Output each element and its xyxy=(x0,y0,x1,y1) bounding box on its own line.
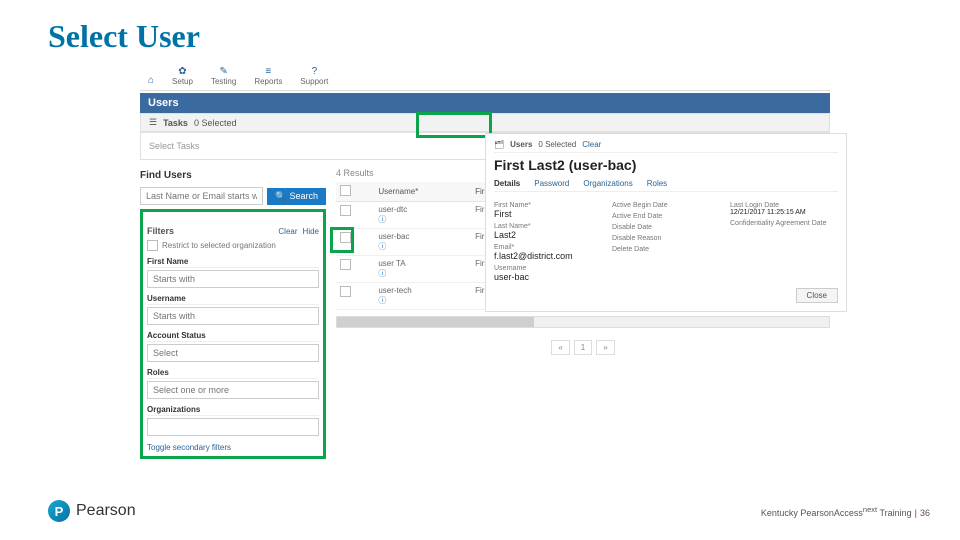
field-label: Last Name* xyxy=(494,223,602,230)
tasks-bar: ☰ Tasks 0 Selected xyxy=(140,113,830,132)
tab-password[interactable]: Password xyxy=(534,179,569,188)
field-label: Username xyxy=(494,265,602,272)
row-checkbox[interactable] xyxy=(340,286,351,297)
search-input[interactable] xyxy=(140,187,263,205)
users-bar: Users xyxy=(140,93,830,113)
slide-title: Select User xyxy=(48,18,200,55)
highlight-filters: Filters Clear Hide Restrict to selected … xyxy=(140,209,326,459)
tab-roles[interactable]: Roles xyxy=(647,179,667,188)
find-users-heading: Find Users xyxy=(140,170,326,181)
field-label: Active End Date xyxy=(612,213,720,220)
nav-item[interactable]: ✎Testing xyxy=(211,66,236,86)
nav-icon: ≡ xyxy=(254,66,282,77)
slide-footer: P Pearson Kentucky PearsonAccessnext Tra… xyxy=(48,500,930,522)
accountstatus-label: Account Status xyxy=(147,331,319,342)
row-checkbox[interactable] xyxy=(340,259,351,270)
field-value: Last2 xyxy=(494,230,602,240)
tasks-label: Tasks xyxy=(163,118,188,128)
toggle-secondary-link[interactable]: Toggle secondary filters xyxy=(147,443,231,452)
orgs-label: Organizations xyxy=(147,405,319,416)
footer-text: Kentucky PearsonAccessnext Training|36 xyxy=(761,505,930,518)
info-icon[interactable]: ⓘ xyxy=(378,296,386,305)
nav-item[interactable]: ⌂ xyxy=(148,75,154,86)
field-label: Active Begin Date xyxy=(612,202,720,209)
pager-prev[interactable]: « xyxy=(551,340,569,355)
field-value: user-bac xyxy=(494,272,602,282)
nav-item[interactable]: ≡Reports xyxy=(254,66,282,86)
top-nav: ⌂ ✿Setup ✎Testing ≡Reports ?Support xyxy=(140,62,830,91)
field-label: First Name* xyxy=(494,202,602,209)
select-all-checkbox[interactable] xyxy=(340,185,351,196)
search-button[interactable]: 🔍Search xyxy=(267,188,326,205)
roles-label: Roles xyxy=(147,368,319,379)
pager: « 1 » xyxy=(336,340,830,355)
field-label: Email* xyxy=(494,244,602,251)
field-label: Disable Reason xyxy=(612,235,720,242)
nav-icon: ✎ xyxy=(211,66,236,77)
pager-page[interactable]: 1 xyxy=(574,340,592,355)
field-label: Confidentiality Agreement Date xyxy=(730,220,838,227)
field-value: First xyxy=(494,209,602,219)
horizontal-scrollbar[interactable] xyxy=(336,316,830,328)
accountstatus-select[interactable] xyxy=(147,344,319,362)
restrict-label: Restrict to selected organization xyxy=(162,241,276,250)
info-icon[interactable]: ⓘ xyxy=(378,269,386,278)
username-input[interactable] xyxy=(147,307,319,325)
filters-heading: Filters xyxy=(147,226,174,236)
user-detail-panel: 🗂 Users 0 Selected Clear First Last2 (us… xyxy=(486,134,846,311)
field-label: Disable Date xyxy=(612,224,720,231)
col-header[interactable] xyxy=(336,182,374,202)
nav-item[interactable]: ✿Setup xyxy=(172,66,193,86)
nav-icon: ✿ xyxy=(172,66,193,77)
nav-item[interactable]: ?Support xyxy=(300,66,328,86)
username-label: Username xyxy=(147,294,319,305)
ov-tabs: Details Password Organizations Roles xyxy=(494,179,838,192)
field-label: Last Login Date xyxy=(730,202,838,209)
restrict-checkbox[interactable] xyxy=(147,240,158,251)
filters-clear-link[interactable]: Clear xyxy=(278,227,297,236)
ov-title: First Last2 (user-bac) xyxy=(494,157,838,173)
close-button[interactable]: Close xyxy=(796,288,838,303)
nav-icon: ⌂ xyxy=(148,75,154,86)
app-screenshot: ⌂ ✿Setup ✎Testing ≡Reports ?Support Users ☰ … xyxy=(140,62,830,458)
nav-icon: ? xyxy=(300,66,328,77)
tab-details[interactable]: Details xyxy=(494,179,520,188)
roles-select[interactable] xyxy=(147,381,319,399)
pearson-logo: P Pearson xyxy=(48,500,136,522)
filters-hide-link[interactable]: Hide xyxy=(303,227,319,236)
ov-selected-count: 0 Selected xyxy=(538,140,576,149)
pearson-logo-text: Pearson xyxy=(76,502,136,520)
row-checkbox[interactable] xyxy=(340,205,351,216)
pearson-logo-icon: P xyxy=(48,500,70,522)
ov-clear-link[interactable]: Clear xyxy=(582,140,601,149)
firstname-input[interactable] xyxy=(147,270,319,288)
firstname-label: First Name xyxy=(147,257,319,268)
row-checkbox[interactable] xyxy=(340,232,351,243)
pager-next[interactable]: » xyxy=(596,340,614,355)
col-header[interactable]: Username* xyxy=(374,182,471,202)
tasks-icon: ☰ xyxy=(149,117,157,128)
field-label: Delete Date xyxy=(612,246,720,253)
ov-users-label: Users xyxy=(510,140,532,149)
info-icon[interactable]: ⓘ xyxy=(378,242,386,251)
orgs-input[interactable] xyxy=(147,418,319,436)
field-value: f.last2@district.com xyxy=(494,251,602,261)
search-icon: 🔍 xyxy=(275,191,286,202)
field-value: 12/21/2017 11:25:15 AM xyxy=(730,209,838,216)
tab-organizations[interactable]: Organizations xyxy=(583,179,632,188)
tasks-selected-count: 0 Selected xyxy=(194,118,237,128)
ov-users-icon: 🗂 xyxy=(494,140,504,149)
info-icon[interactable]: ⓘ xyxy=(378,215,386,224)
